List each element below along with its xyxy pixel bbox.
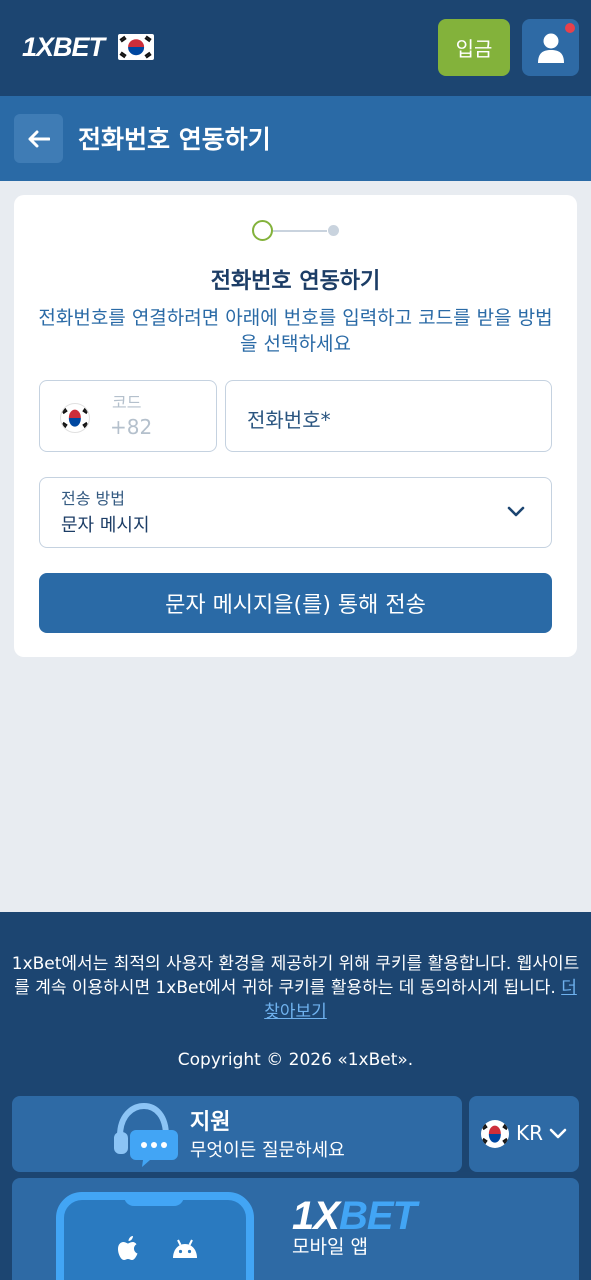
page-title: 전화번호 연동하기 [78, 125, 271, 154]
code-value: +82 [110, 415, 153, 439]
back-button[interactable] [14, 114, 63, 163]
send-method-select[interactable]: 전송 방법 문자 메시지 [39, 477, 552, 548]
phone-number-placeholder: 전화번호* [247, 408, 331, 432]
support-subtitle: 무엇이든 질문하세요 [190, 1140, 345, 1161]
language-selector[interactable]: KR [469, 1096, 579, 1172]
page-header: 전화번호 연동하기 [0, 96, 591, 181]
logo-bet: BET [53, 31, 105, 62]
flag-kr-icon [118, 34, 155, 60]
logo-1x: 1X [22, 31, 54, 62]
cookie-notice: 1xBet에서는 최적의 사용자 환경을 제공하기 위해 쿠키를 활용합니다. … [10, 952, 581, 1024]
chevron-down-icon [507, 506, 525, 517]
phone-link-card: 전화번호 연동하기 전화번호를 연결하려면 아래에 번호를 입력하고 코드를 받… [14, 195, 577, 657]
chevron-down-icon [549, 1128, 567, 1139]
code-label: 코드 [112, 393, 142, 412]
headset-icon [114, 1102, 178, 1167]
arrow-left-icon [28, 130, 50, 147]
step-connector [273, 230, 327, 232]
send-sms-button[interactable]: 문자 메시지을(를) 통해 전송 [39, 573, 552, 633]
brand-logo[interactable]: 1XBET [22, 30, 155, 64]
support-button[interactable]: 지원 무엇이든 질문하세요 [12, 1096, 462, 1172]
apple-icon [118, 1236, 138, 1260]
step-indicator [252, 220, 342, 241]
form-title: 전화번호 연동하기 [210, 269, 381, 294]
phone-illustration [56, 1192, 254, 1280]
footer: 1xBet에서는 최적의 사용자 환경을 제공하기 위해 쿠키를 활용합니다. … [0, 912, 591, 1280]
step-next [328, 225, 339, 236]
send-method-label: 전송 방법 [61, 489, 125, 508]
user-icon [537, 33, 564, 63]
country-code-field[interactable]: 코드 +82 [39, 380, 217, 452]
profile-button[interactable] [522, 19, 579, 76]
flag-kr-icon [481, 1120, 509, 1148]
top-header: 1XBET 입금 [0, 0, 591, 96]
notification-dot [565, 23, 575, 33]
cookie-notice-text: 1xBet에서는 최적의 사용자 환경을 제공하기 위해 쿠키를 활용합니다. … [11, 954, 580, 998]
support-title: 지원 [190, 1110, 231, 1135]
copyright: Copyright © 2026 «1xBet». [177, 1050, 414, 1070]
mobile-app-banner[interactable]: 1XBET 모바일 앱 [12, 1178, 579, 1280]
send-method-value: 문자 메시지 [61, 515, 150, 536]
deposit-button[interactable]: 입금 [438, 19, 510, 76]
phone-number-field[interactable]: 전화번호* [225, 380, 552, 452]
android-icon [173, 1239, 197, 1258]
form-description: 전화번호를 연결하려면 아래에 번호를 입력하고 코드를 받을 방법을 선택하세… [38, 307, 553, 355]
mobile-app-label: 모바일 앱 [292, 1236, 368, 1258]
step-current [252, 220, 273, 241]
language-code: KR [516, 1121, 544, 1145]
flag-kr-icon [60, 403, 90, 433]
